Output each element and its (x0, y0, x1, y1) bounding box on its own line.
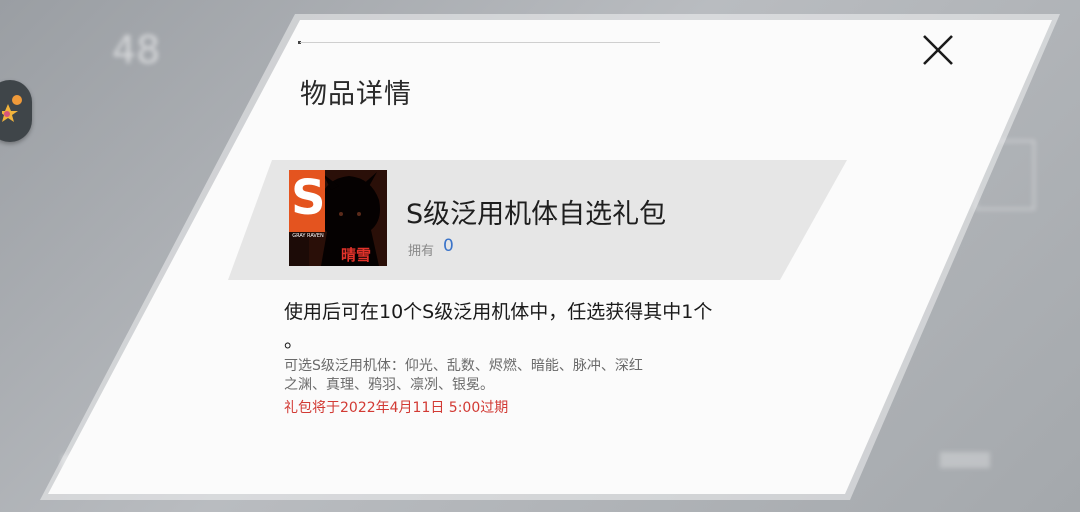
decor-line (300, 42, 660, 43)
dialog-background (40, 14, 1060, 500)
item-name: S级泛用机体自选礼包 (406, 199, 667, 230)
item-description: 使用后可在10个S级泛用机体中，任选获得其中1个 。 (284, 298, 784, 356)
expiry-notice: 礼包将于2022年4月11日 5:00过期 (284, 400, 509, 416)
grade-badge: S (289, 170, 326, 232)
options-line: 之渊、真理、鸦羽、凛冽、银冕。 (284, 377, 494, 393)
close-icon (923, 35, 953, 65)
character-mark: 晴雪 (341, 246, 372, 264)
brand-label: GRAY RAVEN (292, 233, 324, 239)
description-line: 使用后可在10个S级泛用机体中，任选获得其中1个 (284, 301, 713, 323)
grade-letter: S (291, 170, 326, 226)
item-options: 可选S级泛用机体：仰光、乱数、烬燃、暗能、脉冲、深红 之渊、真理、鸦羽、凛冽、银… (284, 357, 714, 395)
close-button[interactable] (918, 30, 958, 70)
item-detail-dialog: 物品详情 S GRAY RAVEN 晴雪 S级泛用机体自选礼包 拥有 0 使用后… (0, 0, 1080, 512)
owned-label: 拥有 (408, 244, 435, 259)
dialog-title: 物品详情 (300, 79, 412, 110)
item-icon[interactable]: S GRAY RAVEN 晴雪 (289, 170, 387, 266)
owned-count: 0 (443, 236, 454, 256)
options-line: 可选S级泛用机体：仰光、乱数、烬燃、暗能、脉冲、深红 (284, 358, 643, 374)
description-line: 。 (284, 330, 304, 352)
